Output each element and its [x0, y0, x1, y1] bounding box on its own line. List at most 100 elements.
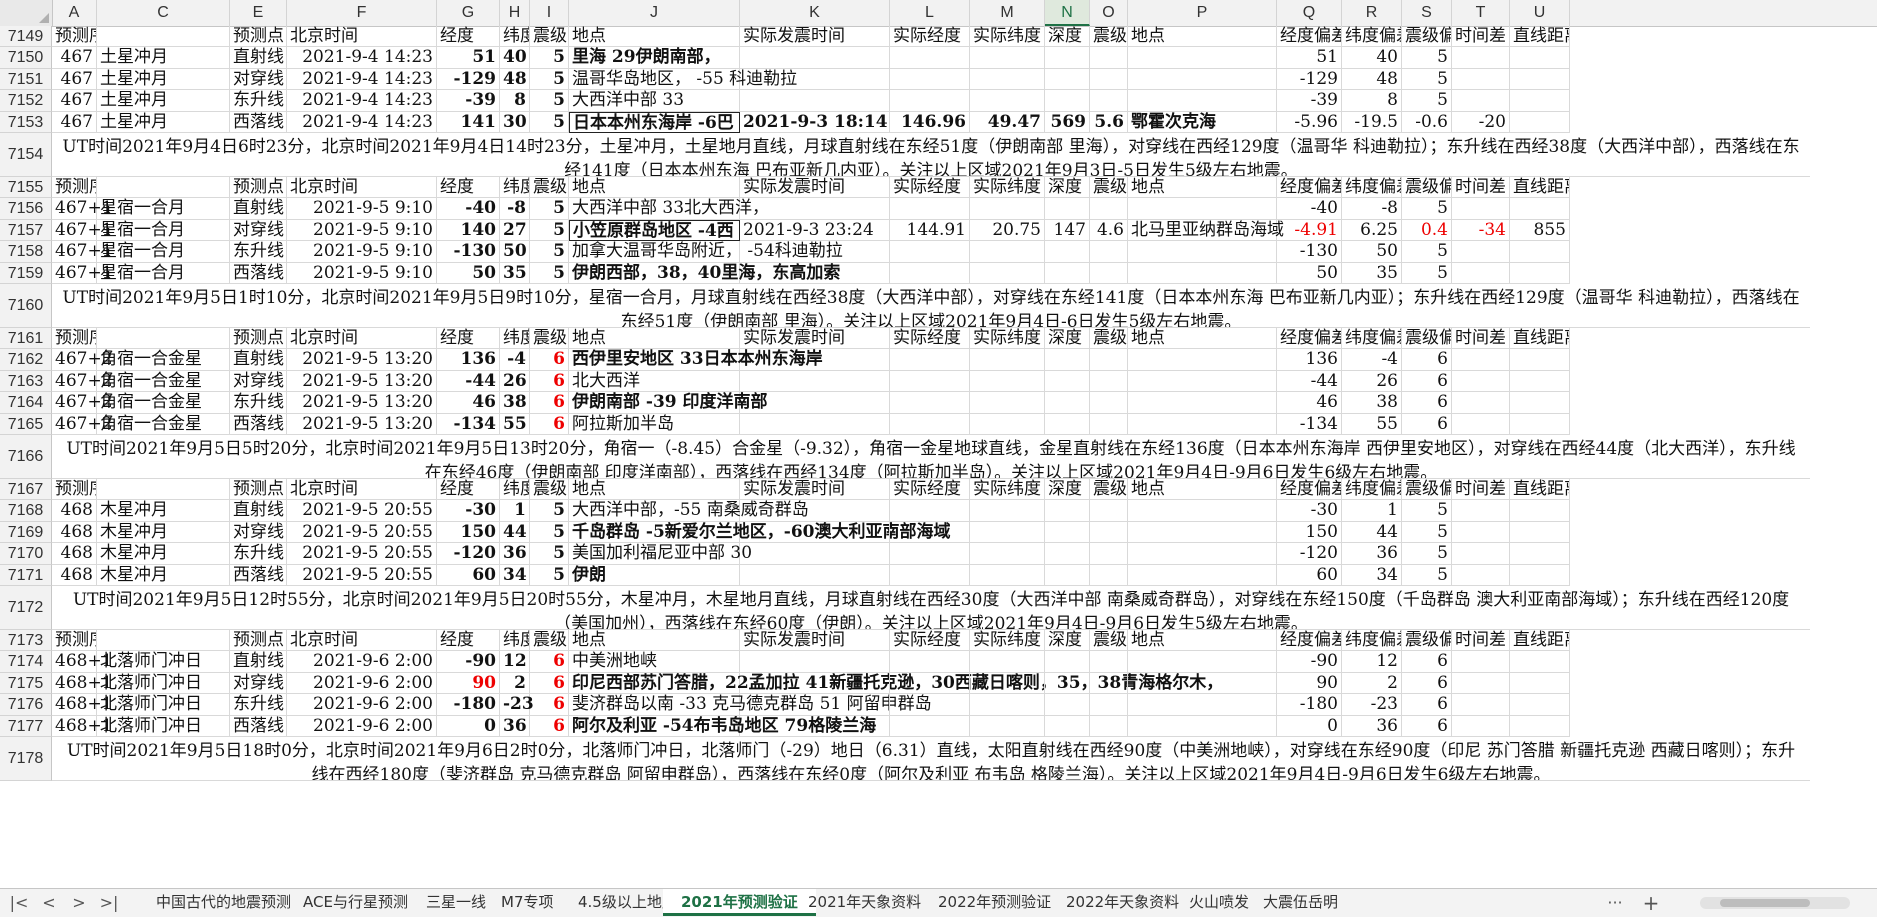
header-cell-l[interactable]: 实际经度: [890, 177, 970, 199]
cell-h[interactable]: 2: [500, 672, 530, 695]
cell-p[interactable]: [1128, 543, 1277, 565]
cell-k[interactable]: [740, 694, 890, 716]
cell-p[interactable]: [1128, 392, 1277, 414]
cell-l[interactable]: [890, 68, 970, 91]
cell-j[interactable]: 印尼西部苏门答腊，22孟加拉 41新疆托克逊，30西藏日喀则，35，38青海格尔…: [569, 672, 1223, 695]
sheet-row-7168[interactable]: 7168 468 木星冲月 直射线 2021-9-5 20:55 -30 1 5 大西洋中部，-…: [0, 500, 1877, 522]
cell-a[interactable]: 467+2: [52, 413, 113, 435]
sheet-row-7160[interactable]: 7160 UT时间2021年9月5日1时10分，北京时间2021年9月5日9时10…: [0, 284, 1877, 328]
cell-i[interactable]: 5: [530, 241, 569, 263]
header-cell-k[interactable]: 实际发震时间: [740, 328, 890, 350]
cell-t[interactable]: [1452, 90, 1510, 112]
cell-l[interactable]: [890, 413, 970, 435]
cell-s[interactable]: 6: [1402, 715, 1452, 737]
cell-p[interactable]: [1128, 500, 1277, 522]
cell-u[interactable]: [1510, 90, 1570, 112]
cell-m[interactable]: [970, 47, 1045, 69]
cell-i[interactable]: 5: [530, 564, 569, 586]
cell-s[interactable]: 5: [1402, 521, 1452, 544]
cell-k[interactable]: 2021-9-3 18:14: [740, 111, 890, 133]
sheet-tab-4[interactable]: M7专项: [483, 889, 572, 916]
row-number[interactable]: 7153: [0, 111, 52, 133]
sheet-row-7149[interactable]: 7149预测序预测点北京时间经度纬度震级地点实际发震时间实际经度实际纬度深度震级…: [0, 26, 1877, 48]
sheet-tab-2[interactable]: ACE与行星预测: [285, 889, 426, 916]
sheet-row-7173[interactable]: 7173预测序预测点北京时间经度纬度震级地点实际发震时间实际经度实际纬度深度震级…: [0, 630, 1877, 652]
cell-r[interactable]: -8: [1342, 198, 1402, 220]
cell-o[interactable]: [1090, 90, 1128, 112]
sheet-row-7159[interactable]: 7159 467+1 星宿一合月 西落线 2021-9-5 9:10 50 35 5 伊朗西部，…: [0, 262, 1877, 284]
cell-r[interactable]: 34: [1342, 564, 1402, 586]
cell-s[interactable]: 5: [1402, 198, 1452, 220]
header-cell-m[interactable]: 实际纬度: [970, 328, 1045, 350]
cell-f[interactable]: 2021-9-5 9:10: [287, 219, 437, 242]
note-cell[interactable]: UT时间2021年9月4日6时23分，北京时间2021年9月4日14时23分，土…: [52, 133, 1810, 177]
cell-i[interactable]: 5: [530, 543, 569, 565]
cell-j[interactable]: 北大西洋: [569, 370, 740, 393]
cell-g[interactable]: 140: [437, 219, 500, 242]
cell-k[interactable]: [740, 370, 890, 393]
cell-s[interactable]: 5: [1402, 543, 1452, 565]
cell-s[interactable]: 5: [1402, 262, 1452, 284]
cell-s[interactable]: 5: [1402, 47, 1452, 69]
cell-b[interactable]: 北落师门冲日: [97, 715, 230, 737]
header-cell-q[interactable]: 经度偏差: [1277, 328, 1342, 350]
row-number[interactable]: 7163: [0, 370, 52, 393]
column-header-p[interactable]: P: [1128, 0, 1277, 26]
header-cell-e[interactable]: 预测点: [230, 328, 287, 350]
cell-b[interactable]: 木星冲月: [97, 500, 230, 522]
header-cell-g[interactable]: 经度: [437, 630, 500, 652]
column-header-l[interactable]: L: [890, 0, 970, 26]
cell-g[interactable]: -180: [437, 694, 500, 716]
cell-s[interactable]: 0.4: [1402, 219, 1452, 242]
last-sheet-button[interactable]: >|: [98, 892, 120, 914]
cell-l[interactable]: 146.96: [890, 111, 970, 133]
cell-m[interactable]: 49.47: [970, 111, 1045, 133]
cell-b[interactable]: 角宿一合金星: [97, 349, 230, 371]
header-cell-p[interactable]: 地点: [1128, 328, 1277, 350]
cell-j[interactable]: 伊朗: [569, 564, 740, 586]
cell-q[interactable]: -90: [1277, 651, 1342, 673]
cell-h[interactable]: 26: [500, 370, 530, 393]
row-number[interactable]: 7169: [0, 521, 52, 544]
cell-s[interactable]: -0.6: [1402, 111, 1452, 133]
cell-u[interactable]: [1510, 349, 1570, 371]
header-cell-n[interactable]: 深度: [1045, 26, 1090, 48]
header-cell-c[interactable]: [97, 177, 230, 199]
cell-f[interactable]: 2021-9-5 13:20: [287, 413, 437, 435]
header-cell-g[interactable]: 经度: [437, 26, 500, 48]
cell-j[interactable]: 小笠原群岛地区 -4西: [569, 219, 740, 242]
cell-a[interactable]: 468+1: [52, 715, 113, 737]
header-cell-s[interactable]: 震级偏差: [1402, 177, 1452, 199]
header-cell-a[interactable]: 预测序: [52, 26, 97, 48]
cell-b[interactable]: 角宿一合金星: [97, 392, 230, 414]
header-cell-c[interactable]: [97, 328, 230, 350]
cell-a[interactable]: 467+1: [52, 219, 113, 242]
cell-u[interactable]: [1510, 241, 1570, 263]
column-header-h[interactable]: H: [500, 0, 530, 26]
cell-a[interactable]: 467: [52, 111, 97, 133]
cell-u[interactable]: 855: [1510, 219, 1570, 242]
cell-n[interactable]: [1045, 47, 1090, 69]
header-cell-m[interactable]: 实际纬度: [970, 26, 1045, 48]
cell-j[interactable]: 大西洋中部 33北大西洋，: [569, 198, 769, 220]
row-number[interactable]: 7159: [0, 262, 52, 284]
cell-j[interactable]: 大西洋中部 33: [569, 90, 740, 112]
more-sheets-button[interactable]: ···: [1604, 892, 1626, 914]
column-header-a[interactable]: A: [52, 0, 97, 26]
cell-e[interactable]: 西落线: [230, 262, 287, 284]
cell-l[interactable]: [890, 198, 970, 220]
cell-q[interactable]: -130: [1277, 241, 1342, 263]
cell-h[interactable]: 55: [500, 413, 530, 435]
cell-a[interactable]: 468: [52, 543, 97, 565]
cell-b[interactable]: 角宿一合金星: [97, 413, 230, 435]
cell-e[interactable]: 直射线: [230, 651, 287, 673]
cell-s[interactable]: 6: [1402, 413, 1452, 435]
row-number[interactable]: 7173: [0, 630, 52, 652]
cell-h[interactable]: 27: [500, 219, 530, 242]
cell-n[interactable]: [1045, 715, 1090, 737]
header-cell-o[interactable]: 震级: [1090, 26, 1128, 48]
cell-f[interactable]: 2021-9-5 9:10: [287, 241, 437, 263]
header-cell-a[interactable]: 预测序: [52, 328, 97, 350]
header-cell-q[interactable]: 经度偏差: [1277, 630, 1342, 652]
row-number[interactable]: 7174: [0, 651, 52, 673]
